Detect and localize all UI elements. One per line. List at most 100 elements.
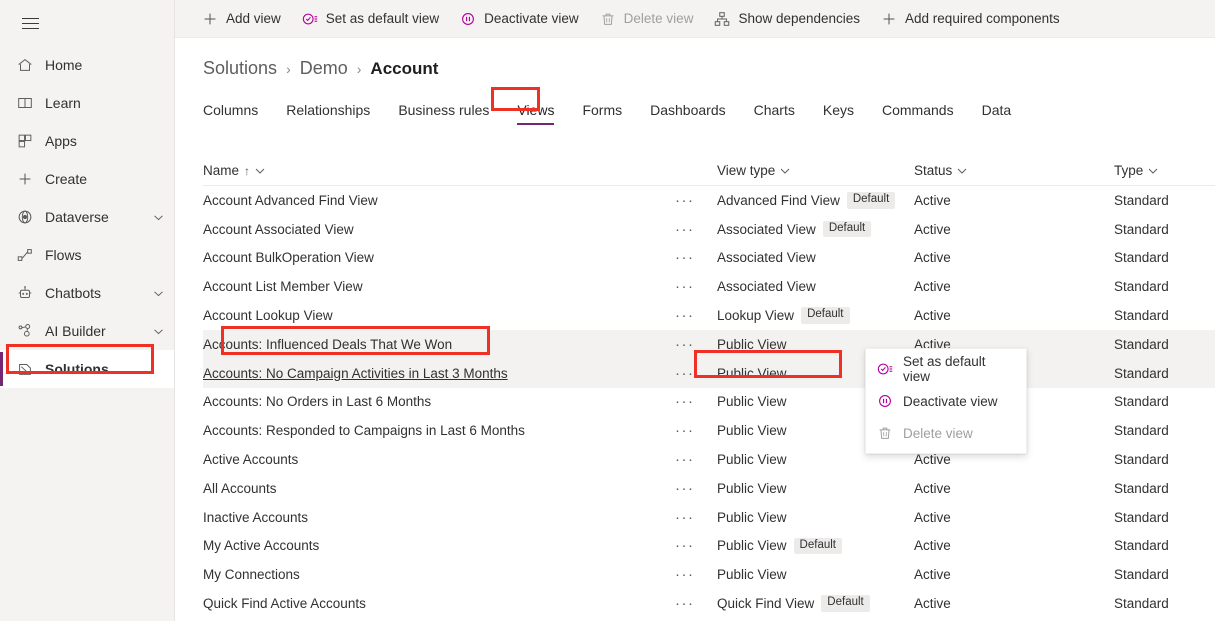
row-more-options-button[interactable]: ··· <box>675 278 717 295</box>
cell-name[interactable]: Inactive Accounts <box>203 510 675 525</box>
cell-name[interactable]: Quick Find Active Accounts <box>203 596 675 611</box>
row-more-options-button[interactable]: ··· <box>675 480 717 497</box>
cell-view-type: Public View <box>717 481 914 496</box>
ellipsis-icon: ··· <box>675 422 695 440</box>
column-header-type[interactable]: Type <box>1114 163 1204 178</box>
content-area: Solutions › Demo › Account Columns Relati… <box>175 38 1215 618</box>
sidebar-item-chatbots[interactable]: Chatbots <box>0 274 174 312</box>
toolbar-deactivate-view-button[interactable]: Deactivate view <box>449 0 589 38</box>
sidebar-item-label: Flows <box>45 247 82 263</box>
toolbar-add-required-components-button[interactable]: Add required components <box>870 0 1070 38</box>
cell-name[interactable]: Accounts: Influenced Deals That We Won <box>203 337 675 352</box>
chevron-down-icon[interactable] <box>153 326 164 337</box>
tab-business-rules[interactable]: Business rules <box>398 97 489 125</box>
cell-name[interactable]: Account Advanced Find View <box>203 193 675 208</box>
row-more-options-button[interactable]: ··· <box>675 192 717 209</box>
sidebar-item-ai-builder[interactable]: AI Builder <box>0 312 174 350</box>
breadcrumb: Solutions › Demo › Account <box>203 38 1215 79</box>
tab-forms[interactable]: Forms <box>582 97 622 125</box>
plus-icon <box>14 168 36 190</box>
cell-name[interactable]: My Connections <box>203 567 675 582</box>
cell-name[interactable]: Account Associated View <box>203 222 675 237</box>
tab-keys[interactable]: Keys <box>823 97 854 125</box>
cell-name[interactable]: Accounts: No Campaign Activities in Last… <box>203 366 675 381</box>
cell-name[interactable]: Accounts: No Orders in Last 6 Months <box>203 394 675 409</box>
table-row[interactable]: Account Associated View ··· Associated Vie… <box>203 215 1215 244</box>
sidebar-item-create[interactable]: Create <box>0 160 174 198</box>
chevron-down-icon[interactable] <box>255 166 265 176</box>
sidebar-item-home[interactable]: Home <box>0 46 174 84</box>
table-row[interactable]: Accounts: No Orders in Last 6 Months ··· P… <box>203 388 1215 417</box>
cell-name[interactable]: Account BulkOperation View <box>203 250 675 265</box>
cell-name[interactable]: My Active Accounts <box>203 538 675 553</box>
table-row[interactable]: Quick Find Active Accounts ··· Quick Find … <box>203 589 1215 618</box>
table-row[interactable]: All Accounts ··· Public View Active Standard <box>203 474 1215 503</box>
sidebar-item-flows[interactable]: Flows <box>0 236 174 274</box>
table-row[interactable]: Inactive Accounts ··· Public View Active Sta… <box>203 503 1215 532</box>
view-name-text: Quick Find Active Accounts <box>203 596 366 612</box>
view-type-text: Associated View <box>717 250 816 266</box>
sidebar-item-learn[interactable]: Learn <box>0 84 174 122</box>
cell-name[interactable]: Account List Member View <box>203 279 675 294</box>
row-more-options-button[interactable]: ··· <box>675 422 717 439</box>
tab-charts[interactable]: Charts <box>754 97 795 125</box>
row-more-options-button[interactable]: ··· <box>675 451 717 468</box>
row-more-options-button[interactable]: ··· <box>675 307 717 324</box>
sidebar-item-apps[interactable]: Apps <box>0 122 174 160</box>
table-row[interactable]: My Connections ··· Public View Active Standa… <box>203 560 1215 589</box>
ctx-deactivate-view[interactable]: Deactivate view <box>866 385 1026 417</box>
table-row[interactable]: Account Lookup View ··· Lookup View Default… <box>203 301 1215 330</box>
toolbar-set-as-default-view-button[interactable]: Set as default view <box>291 0 449 38</box>
tab-columns[interactable]: Columns <box>203 97 258 125</box>
table-row[interactable]: Account BulkOperation View ··· Associated … <box>203 244 1215 273</box>
chevron-down-icon[interactable] <box>957 166 967 176</box>
chevron-down-icon[interactable] <box>153 212 164 223</box>
table-row[interactable]: Accounts: Responded to Campaigns in Last… <box>203 416 1215 445</box>
row-more-options-button[interactable]: ··· <box>675 537 717 554</box>
hamburger-icon[interactable] <box>6 4 54 42</box>
status-text: Active <box>914 509 951 525</box>
row-more-options-button[interactable]: ··· <box>675 365 717 382</box>
tab-commands[interactable]: Commands <box>882 97 954 125</box>
view-name-text: Inactive Accounts <box>203 509 309 525</box>
row-more-options-button[interactable]: ··· <box>675 566 717 583</box>
column-header-name[interactable]: Name ↑ <box>203 163 675 178</box>
toolbar-show-dependencies-button[interactable]: Show dependencies <box>703 0 870 38</box>
table-row[interactable]: Accounts: Influenced Deals That We Won ··… <box>203 329 1215 359</box>
cell-name[interactable]: Account Lookup View <box>203 308 675 323</box>
row-more-options-button[interactable]: ··· <box>675 336 717 353</box>
table-row[interactable]: Active Accounts ··· Public View Active Stand… <box>203 445 1215 474</box>
row-more-options-button[interactable]: ··· <box>675 393 717 410</box>
ctx-item-label: Set as default view <box>903 354 986 384</box>
row-more-options-button[interactable]: ··· <box>675 221 717 238</box>
cell-name[interactable]: Active Accounts <box>203 452 675 467</box>
chevron-down-icon[interactable] <box>153 288 164 299</box>
row-more-options-button[interactable]: ··· <box>675 509 717 526</box>
ctx-set-as-default-view[interactable]: Set as default view <box>866 353 1026 385</box>
chevron-down-icon[interactable] <box>1148 166 1158 176</box>
table-row[interactable]: Account List Member View ··· Associated Vi… <box>203 272 1215 301</box>
tab-dashboards[interactable]: Dashboards <box>650 97 726 125</box>
breadcrumb-demo[interactable]: Demo <box>300 58 348 79</box>
cell-type: Standard <box>1114 596 1204 611</box>
cell-name[interactable]: All Accounts <box>203 481 675 496</box>
sidebar-item-solutions[interactable]: Solutions <box>0 350 174 388</box>
table-row[interactable]: Account Advanced Find View ··· Advanced Fi… <box>203 186 1215 215</box>
breadcrumb-solutions[interactable]: Solutions <box>203 58 277 79</box>
row-more-options-button[interactable]: ··· <box>675 249 717 266</box>
column-header-status[interactable]: Status <box>914 163 1114 178</box>
table-row[interactable]: My Active Accounts ··· Public View Default A… <box>203 532 1215 561</box>
tab-relationships[interactable]: Relationships <box>286 97 370 125</box>
toolbar-add-view-button[interactable]: Add view <box>191 0 291 38</box>
cell-name[interactable]: Accounts: Responded to Campaigns in Last… <box>203 423 675 438</box>
chevron-down-icon[interactable] <box>780 166 790 176</box>
tab-data[interactable]: Data <box>982 97 1012 125</box>
table-row[interactable]: Accounts: No Campaign Activities in Last… <box>203 358 1215 388</box>
sidebar-item-dataverse[interactable]: Dataverse <box>0 198 174 236</box>
sidebar-item-label: Dataverse <box>45 209 109 225</box>
ellipsis-icon: ··· <box>675 451 695 469</box>
row-more-options-button[interactable]: ··· <box>675 595 717 612</box>
tab-views[interactable]: Views <box>517 97 555 125</box>
column-header-view-type[interactable]: View type <box>717 163 914 178</box>
pause-circle-icon <box>459 10 477 28</box>
